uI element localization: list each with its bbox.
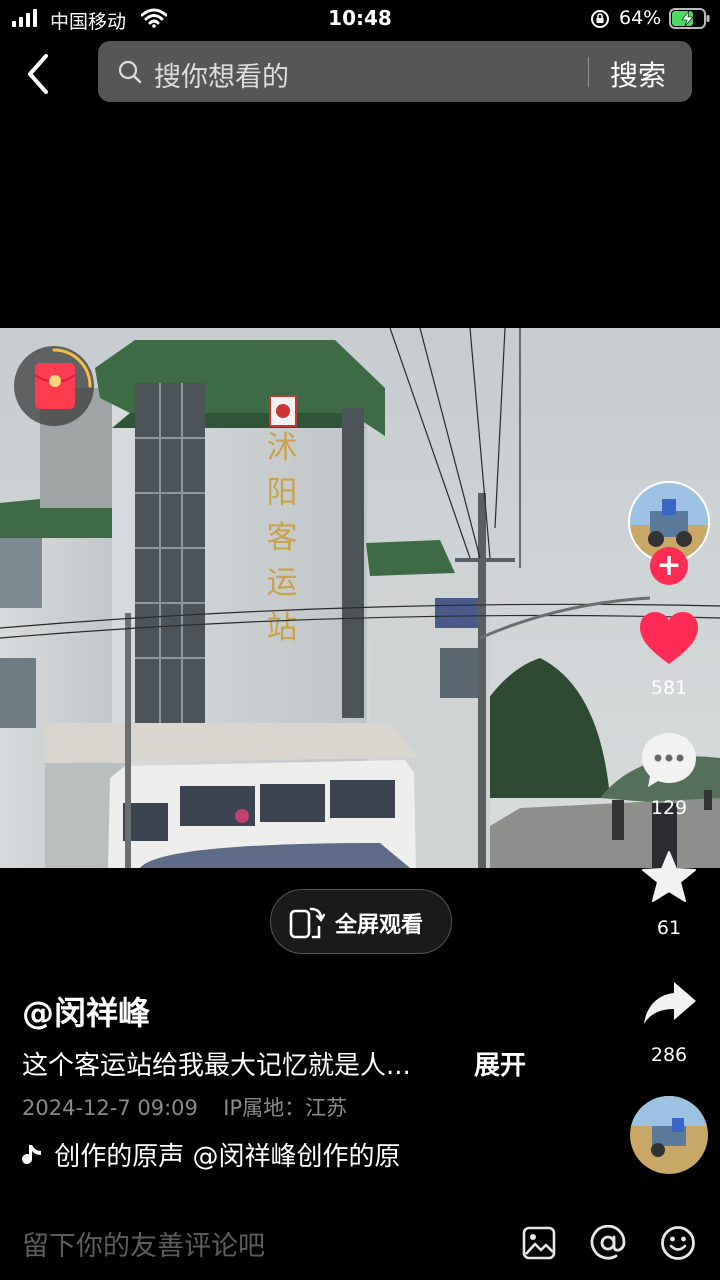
fullscreen-label: 全屏观看 — [335, 913, 424, 938]
battery-percent: 64% — [619, 7, 662, 29]
image-picker-icon[interactable] — [522, 1226, 556, 1260]
rotate-screen-icon — [289, 907, 325, 939]
favorite-star-icon[interactable] — [641, 850, 697, 904]
status-bar: 中国移动 10:48 64% — [0, 0, 720, 36]
search-icon — [118, 60, 142, 84]
search-divider — [588, 57, 589, 87]
search-input[interactable]: 搜你想看的 — [154, 55, 289, 94]
search-button[interactable]: 搜索 — [610, 54, 666, 94]
clock: 10:48 — [328, 6, 392, 30]
comment-count: 129 — [650, 797, 688, 819]
ip-location: IP属地：江苏 — [223, 1096, 348, 1120]
music-title: 创作的原声 @闵祥峰创作的原 — [54, 1142, 401, 1172]
emoji-icon[interactable] — [660, 1225, 696, 1261]
battery-charging-icon — [669, 8, 710, 29]
share-arrow-icon[interactable] — [642, 980, 698, 1026]
share-count: 286 — [650, 1044, 688, 1066]
video-player[interactable]: 沭阳客运站 — [0, 328, 720, 868]
music-cover-image — [630, 1096, 708, 1174]
music-note-icon — [22, 1145, 41, 1165]
comment-input[interactable]: 留下你的友善评论吧 — [22, 1224, 265, 1263]
follow-button[interactable]: + — [650, 547, 688, 585]
video-frame: 沭阳客运站 — [0, 328, 720, 868]
back-button[interactable] — [20, 52, 60, 96]
post-description: 这个客运站给我最大记忆就是人... — [22, 1051, 411, 1081]
post-meta: 2024-12-7 09:09 IP属地：江苏 — [22, 1092, 347, 1122]
post-date: 2024-12-7 09:09 — [22, 1096, 198, 1120]
search-bar[interactable]: 搜你想看的 搜索 — [98, 41, 692, 102]
building-sign: 沭阳客运站 — [267, 430, 298, 646]
mention-at-icon[interactable] — [590, 1225, 626, 1261]
like-heart-icon[interactable] — [640, 612, 698, 666]
comment-bubble-icon[interactable] — [640, 731, 698, 789]
expand-button[interactable]: 展开 — [474, 1045, 526, 1082]
music-link[interactable]: 创作的原声 @闵祥峰创作的原 — [22, 1136, 434, 1174]
red-packet-button[interactable] — [14, 346, 94, 426]
fullscreen-button[interactable]: 全屏观看 — [270, 889, 452, 954]
rotation-lock-icon — [591, 10, 609, 28]
author-name[interactable]: @闵祥峰 — [22, 988, 150, 1034]
red-envelope-icon — [35, 363, 75, 409]
favorite-count: 61 — [656, 917, 682, 939]
like-count: 581 — [650, 677, 688, 699]
music-disc[interactable] — [630, 1096, 708, 1174]
